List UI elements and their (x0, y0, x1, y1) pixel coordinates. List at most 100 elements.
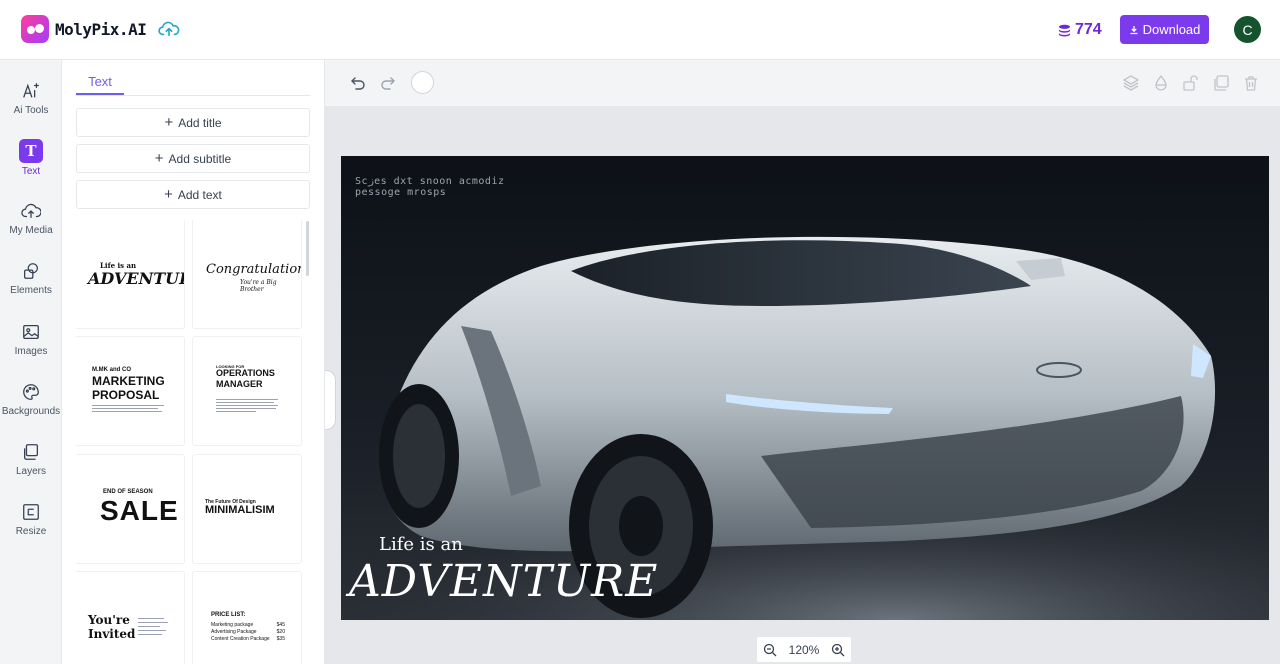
price-row: Content Creation Package $35 (211, 636, 285, 643)
template-text: SALE (100, 495, 179, 526)
template-text: ADVENTURE (88, 269, 184, 288)
left-rail: Ai Tools T Text My Media Elements Images… (0, 60, 62, 664)
rail-label: Ai Tools (13, 105, 49, 116)
panel-scrollbar[interactable] (306, 221, 309, 276)
rail-label: Backgrounds (1, 406, 61, 417)
template-text: MINIMALISIM (205, 504, 275, 516)
unlock-icon[interactable] (1182, 74, 1200, 92)
work-area: Scزes dxt snoon acmodiz pessoge mrosps L… (325, 60, 1280, 664)
zoom-out-icon[interactable] (763, 643, 777, 657)
download-label: Download (1142, 22, 1201, 37)
canvas-text-title[interactable]: ADVENTURE (349, 556, 658, 607)
template-youre-invited[interactable]: You're Invited (76, 572, 184, 664)
caption-line: pessoge mrosps (355, 187, 447, 198)
add-subtitle-label: Add subtitle (168, 151, 232, 166)
resize-icon (20, 501, 42, 523)
redo-icon[interactable] (379, 74, 397, 92)
price-row: Advertising Package $20 (211, 629, 285, 636)
template-lines (138, 634, 162, 635)
template-lines (138, 626, 160, 627)
price-value: $45 (276, 622, 285, 628)
add-title-label: Add title (178, 115, 222, 130)
rail-item-my-media[interactable]: My Media (0, 200, 62, 250)
zoom-in-icon[interactable] (831, 643, 845, 657)
credits-count: 774 (1075, 21, 1102, 38)
template-text: M.MK and CO (92, 367, 131, 373)
add-title-button[interactable]: + Add title (76, 108, 310, 137)
price-item: Content Creation Package (211, 636, 270, 642)
coins-icon (1058, 24, 1071, 36)
rail-item-backgrounds[interactable]: Backgrounds (0, 381, 62, 431)
template-grid: Life is an ADVENTURE Congratulations! Yo… (76, 220, 310, 664)
avatar[interactable]: C (1234, 16, 1261, 43)
template-lines (216, 399, 278, 400)
rail-item-resize[interactable]: Resize (0, 501, 62, 551)
upload-icon (20, 200, 42, 222)
zoom-control: 120% (756, 636, 852, 663)
template-lines (92, 405, 164, 406)
rail-label: Images (14, 346, 48, 357)
template-sale[interactable]: END OF SEASON SALE (76, 455, 184, 563)
brand-name: MolyPix.AI (55, 20, 147, 39)
opacity-icon[interactable] (1152, 74, 1170, 92)
logo-icon[interactable] (21, 15, 49, 43)
add-text-button[interactable]: + Add text (76, 180, 310, 209)
plus-icon: + (164, 114, 174, 131)
template-lines (138, 630, 166, 631)
rail-item-ai-tools[interactable]: Ai Tools (0, 80, 62, 130)
palette-icon (20, 381, 42, 403)
price-row: Marketing package $45 (211, 622, 285, 629)
rail-item-layers[interactable]: Layers (0, 441, 62, 491)
canvas-text-subtitle[interactable]: Life is an (379, 534, 463, 555)
panel-collapse-handle[interactable] (325, 370, 336, 430)
rail-item-text[interactable]: T Text (0, 139, 62, 189)
shapes-icon (20, 260, 42, 282)
ai-sparkle-icon (20, 80, 42, 102)
text-icon: T (19, 139, 43, 163)
price-item: Advertising Package (211, 629, 257, 635)
price-item: Marketing package (211, 622, 254, 628)
price-list-rows: Marketing package $45 Advertising Package… (211, 622, 285, 643)
template-minimalism[interactable]: The Future Of Design MINIMALISIM (193, 455, 301, 563)
design-canvas[interactable]: Scزes dxt snoon acmodiz pessoge mrosps L… (341, 156, 1269, 620)
template-adventure[interactable]: Life is an ADVENTURE (76, 220, 184, 328)
template-lines (92, 408, 158, 409)
duplicate-icon[interactable] (1212, 74, 1230, 92)
add-text-label: Add text (177, 187, 222, 202)
template-text: MANAGER (216, 379, 263, 389)
undo-icon[interactable] (349, 74, 367, 92)
cloud-upload-icon[interactable] (158, 20, 180, 38)
template-lines (216, 402, 274, 403)
layers-icon[interactable] (1122, 74, 1140, 92)
background-color-swatch[interactable] (411, 71, 434, 94)
template-lines (216, 408, 276, 409)
rail-item-elements[interactable]: Elements (0, 260, 62, 310)
template-lines (216, 411, 256, 412)
download-button[interactable]: Download (1120, 15, 1209, 44)
image-icon (20, 321, 42, 343)
trash-icon[interactable] (1242, 74, 1260, 92)
price-value: $35 (276, 636, 285, 642)
template-congratulations[interactable]: Congratulations! You're a Big Brother (193, 220, 301, 328)
template-price-list[interactable]: PRICE LIST: Marketing package $45 Adverti… (193, 572, 301, 664)
template-lines (92, 411, 162, 412)
zoom-value: 120% (788, 642, 820, 657)
template-lines (138, 622, 168, 623)
car-image[interactable] (341, 156, 1269, 620)
tab-text[interactable]: Text (76, 70, 124, 95)
template-lines (216, 405, 278, 406)
rail-item-images[interactable]: Images (0, 321, 62, 371)
rail-label: Elements (10, 285, 52, 296)
template-operations-manager[interactable]: LOOKING FOR OPERATIONS MANAGER (193, 337, 301, 445)
template-text: MARKETING (92, 374, 165, 388)
caption-line: Scزes dxt snoon acmodiz (355, 176, 505, 187)
template-text: OPERATIONS (216, 368, 275, 378)
canvas-caption[interactable]: Scزes dxt snoon acmodiz pessoge mrosps (355, 176, 505, 198)
rail-label: My Media (9, 225, 53, 236)
tab-divider (76, 95, 310, 96)
add-subtitle-button[interactable]: + Add subtitle (76, 144, 310, 173)
canvas-toolbar (325, 60, 1280, 107)
template-marketing-proposal[interactable]: M.MK and CO MARKETING PROPOSAL (76, 337, 184, 445)
rail-label: Text (21, 166, 41, 177)
layers-icon (20, 441, 42, 463)
